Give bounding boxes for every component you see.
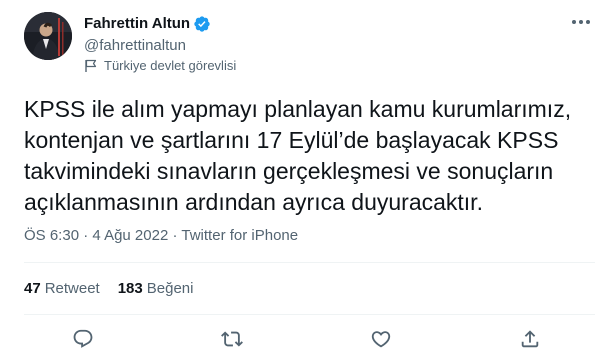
flag-icon xyxy=(84,59,98,73)
tweet-meta: ÖS 6:30 · 4 Ağu 2022 · Twitter for iPhon… xyxy=(24,226,298,246)
tweet-time[interactable]: ÖS 6:30 xyxy=(24,227,79,244)
reply-icon[interactable] xyxy=(70,326,96,352)
divider xyxy=(24,314,595,315)
avatar[interactable] xyxy=(24,12,72,60)
avatar-image xyxy=(24,12,72,60)
retweets-label: Retweet xyxy=(44,280,100,297)
retweets-count: 47 xyxy=(24,280,41,297)
retweet-icon[interactable] xyxy=(219,326,245,352)
tweet-stats: 47 Retweet 183 Beğeni xyxy=(24,279,211,299)
divider xyxy=(24,262,595,263)
tweet-source[interactable]: Twitter for iPhone xyxy=(181,227,298,244)
meta-separator: · xyxy=(172,227,178,244)
retweets-stat[interactable]: 47 Retweet xyxy=(24,279,100,299)
tweet-date[interactable]: 4 Ağu 2022 xyxy=(92,227,168,244)
government-label[interactable]: Türkiye devlet görevlisi xyxy=(84,58,236,73)
author-name[interactable]: Fahrettin Altun xyxy=(84,14,190,34)
verified-badge-icon xyxy=(193,15,211,33)
meta-separator: · xyxy=(83,227,89,244)
share-icon[interactable] xyxy=(517,326,543,352)
likes-count: 183 xyxy=(117,280,143,297)
more-options-icon[interactable] xyxy=(567,10,595,34)
likes-label: Beğeni xyxy=(146,280,194,297)
like-icon[interactable] xyxy=(368,326,394,352)
action-bar xyxy=(70,326,543,352)
tweet-text: KPSS ile alım yapmayı planlayan kamu kur… xyxy=(24,96,572,215)
government-label-text: Türkiye devlet görevlisi xyxy=(104,58,237,73)
author-handle[interactable]: @fahrettinaltun xyxy=(84,36,186,56)
likes-stat[interactable]: 183 Beğeni xyxy=(118,279,194,299)
